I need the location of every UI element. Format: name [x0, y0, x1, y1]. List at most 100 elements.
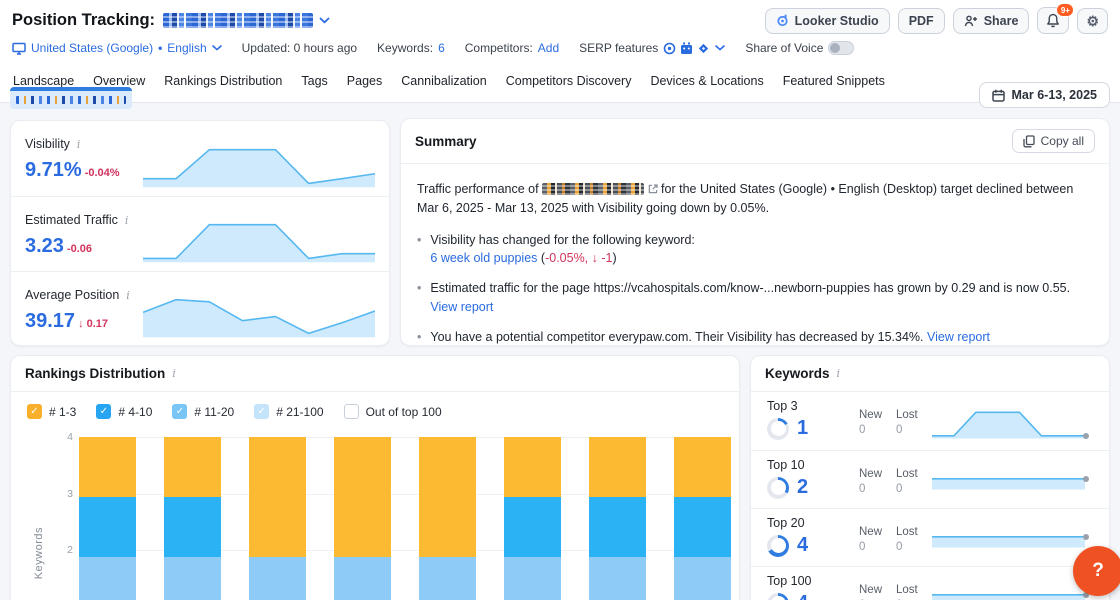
legend-rank-4-10[interactable]: ✓# 4-10 — [96, 404, 152, 419]
rankings-title: Rankings Distribution — [25, 366, 165, 381]
keyword-change: -0.05%, ↓ -1 — [545, 251, 612, 265]
info-icon[interactable]: i — [125, 214, 129, 227]
tab-pages[interactable]: Pages — [346, 64, 383, 102]
share-button[interactable]: Share — [953, 8, 1030, 34]
y-tick: 4 — [53, 431, 73, 443]
external-link-icon[interactable] — [648, 184, 658, 194]
info-icon[interactable]: i — [837, 367, 841, 380]
summary-intro: Traffic performance of for the United St… — [417, 180, 1093, 218]
serp-pin-icon — [663, 42, 676, 55]
top-header: Position Tracking: Looker Studio PDF — [0, 0, 1120, 64]
target-selector[interactable]: United States (Google) • English — [12, 41, 222, 55]
legend-rank-11-20[interactable]: ✓# 11-20 — [172, 404, 234, 419]
rankings-bar — [504, 437, 561, 600]
notifications-button[interactable]: 9+ — [1037, 7, 1069, 34]
checkbox-checked-icon: ✓ — [254, 404, 269, 419]
gear-icon: ⚙ — [1086, 14, 1099, 28]
view-report-link[interactable]: View report — [927, 330, 990, 344]
average-position-delta: ↓ 0.17 — [78, 318, 108, 330]
redacted-domain-text — [16, 96, 126, 104]
summary-bullet-traffic: • Estimated traffic for the page https:/… — [417, 279, 1093, 317]
top20-sparkline — [932, 524, 1085, 556]
chevron-down-icon — [212, 45, 222, 51]
updated-status: Updated: 0 hours ago — [242, 41, 357, 55]
legend-out-of-top-100[interactable]: Out of top 100 — [344, 404, 442, 419]
report-tabs: Landscape Overview Rankings Distribution… — [0, 64, 1120, 103]
keywords-panel: Keywords i Top 3 1 New0 Lost0 Top 10 — [750, 355, 1110, 600]
redacted-project-name — [163, 13, 313, 28]
estimated-traffic-delta: -0.06 — [67, 243, 92, 255]
rankings-bar — [249, 437, 306, 600]
average-position-metric: Average Positioni 39.17↓ 0.17 — [11, 271, 389, 346]
view-report-link[interactable]: View report — [430, 300, 493, 314]
copy-all-button[interactable]: Copy all — [1012, 129, 1095, 153]
keywords-row-top3: Top 3 1 New0 Lost0 — [751, 392, 1109, 450]
serp-images-icon — [680, 42, 693, 55]
copy-icon — [1023, 135, 1035, 148]
summary-text: Traffic performance of for the United St… — [401, 164, 1109, 346]
keywords-row-top100: Top 100 4 New0 Lost0 — [751, 566, 1109, 600]
share-of-voice-toggle[interactable] — [828, 41, 854, 55]
rankings-bars — [79, 437, 731, 600]
serp-features-selector[interactable]: SERP features — [579, 41, 725, 55]
tab-tags[interactable]: Tags — [300, 64, 328, 102]
top3-sparkline — [932, 407, 1085, 439]
position-tracking-page: Position Tracking: Looker Studio PDF — [0, 0, 1120, 600]
calendar-icon — [992, 89, 1005, 102]
rankings-bar — [419, 437, 476, 600]
tab-featured-snippets[interactable]: Featured Snippets — [782, 64, 886, 102]
visibility-delta: -0.04% — [85, 167, 120, 179]
visibility-value: 9.71%-0.04% — [25, 159, 143, 182]
visibility-sparkline — [143, 142, 375, 188]
top10-donut — [767, 477, 789, 499]
legend-rank-21-100[interactable]: ✓# 21-100 — [254, 404, 323, 419]
keywords-count-link[interactable]: 6 — [438, 41, 445, 55]
metrics-panel: Visibilityi 9.71%-0.04% Estimated Traffi… — [10, 120, 390, 346]
competitors: Competitors: Add — [465, 41, 559, 55]
top100-sparkline — [932, 582, 1085, 600]
summary-title: Summary — [415, 134, 477, 149]
estimated-traffic-value: 3.23-0.06 — [25, 235, 143, 258]
top100-donut — [767, 593, 789, 600]
settings-button[interactable]: ⚙ — [1077, 8, 1108, 34]
info-icon[interactable]: i — [172, 367, 176, 380]
visibility-metric: Visibilityi 9.71%-0.04% — [11, 121, 389, 196]
page-title: Position Tracking: — [12, 11, 155, 30]
date-range-picker[interactable]: Mar 6-13, 2025 — [979, 82, 1110, 108]
rankings-bar — [674, 437, 731, 600]
keywords-row-top10: Top 10 2 New0 Lost0 — [751, 450, 1109, 508]
keyword-link[interactable]: 6 week old puppies — [430, 251, 537, 265]
rankings-bar — [79, 437, 136, 600]
legend-rank-1-3[interactable]: ✓# 1-3 — [27, 404, 76, 419]
checkbox-unchecked-icon — [344, 404, 359, 419]
share-of-voice: Share of Voice — [745, 41, 854, 55]
chevron-down-icon — [715, 45, 725, 51]
tab-cannibalization[interactable]: Cannibalization — [400, 64, 487, 102]
rankings-legend: ✓# 1-3 ✓# 4-10 ✓# 11-20 ✓# 21-100 Out of… — [11, 392, 739, 423]
info-icon[interactable]: i — [126, 289, 130, 302]
monitor-icon — [12, 42, 26, 55]
pdf-button[interactable]: PDF — [898, 8, 945, 34]
average-position-sparkline — [143, 292, 375, 338]
rankings-distribution-panel: Rankings Distribution i ✓# 1-3 ✓# 4-10 ✓… — [10, 355, 740, 600]
rankings-chart: Keywords 4 3 2 — [79, 437, 731, 600]
info-icon[interactable]: i — [77, 138, 81, 151]
checkbox-checked-icon: ✓ — [96, 404, 111, 419]
share-person-icon — [964, 15, 978, 27]
top3-donut — [767, 418, 789, 440]
y-tick: 3 — [53, 488, 73, 500]
summary-bullet-competitor: • You have a potential competitor everyp… — [417, 328, 1093, 347]
estimated-traffic-sparkline — [143, 217, 375, 263]
redacted-domain-chip[interactable] — [10, 87, 132, 109]
rankings-bar — [334, 437, 391, 600]
tab-devices-locations[interactable]: Devices & Locations — [649, 64, 764, 102]
chevron-down-icon[interactable] — [319, 17, 330, 24]
help-button[interactable]: ? — [1073, 546, 1120, 596]
rankings-bar — [589, 437, 646, 600]
tab-competitors-discovery[interactable]: Competitors Discovery — [505, 64, 633, 102]
redacted-domain-inline — [542, 183, 644, 195]
looker-studio-button[interactable]: Looker Studio — [765, 8, 890, 34]
competitors-add-link[interactable]: Add — [538, 41, 559, 55]
tab-rankings-distribution[interactable]: Rankings Distribution — [163, 64, 283, 102]
top20-donut — [767, 535, 789, 557]
